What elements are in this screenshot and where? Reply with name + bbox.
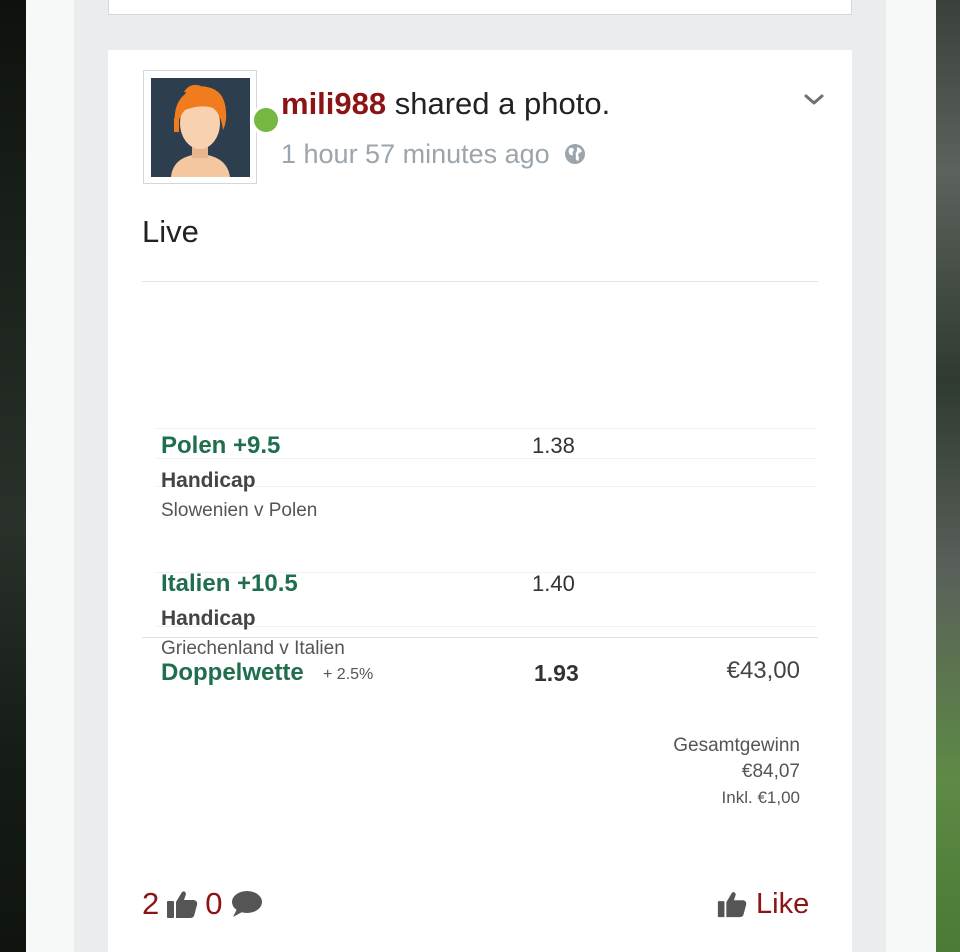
like-button-label: Like [756,887,810,920]
post-text: Live [142,214,199,249]
thumbs-up-icon [717,892,747,918]
online-status-dot [251,105,281,135]
combo-bet-name: Doppelwette [161,659,304,686]
odds-boost: + 2.5% [323,666,374,683]
post-photo[interactable]: Polen +9.5 1.38 Handicap Slowenien v Pol… [142,340,818,820]
comment-count[interactable]: 0 [205,886,222,922]
selection-odds: 1.40 [532,571,575,596]
post-divider [142,281,818,282]
like-button[interactable]: Like [716,886,809,922]
combo-odds: 1.93 [534,660,579,686]
background-stadium-right [936,0,960,952]
selection-odds: 1.38 [532,433,575,458]
selection-market: Handicap [161,607,256,630]
thumbs-up-icon [167,891,198,918]
post-time[interactable]: 1 hour 57 minutes ago [281,136,550,172]
post-timestamp: 1 hour 57 minutes ago [281,136,586,172]
like-count[interactable]: 2 [142,886,159,922]
selection-event: Slowenien v Polen [161,500,318,521]
selection-market: Handicap [161,469,256,492]
post-action-text: shared a photo. [386,86,611,121]
bet-slip-divider [142,637,818,638]
total-return-value: €84,07 [741,761,800,782]
post-card: mili988 shared a photo. 1 hour 57 minute… [108,50,852,952]
included-bonus: Inkl. €1,00 [721,788,800,807]
previous-post-card [108,0,852,15]
comment-bubble-icon [231,891,262,917]
stake-amount: €43,00 [726,657,800,684]
selection-name: Polen +9.5 [161,432,281,459]
avatar-image [151,78,250,177]
reaction-counts: 2 0 [142,886,269,922]
selection-name: Italien +10.5 [161,570,298,597]
globe-icon [564,144,585,164]
author-name-link[interactable]: mili988 [281,86,386,121]
total-return-label: Gesamtgewinn [673,735,800,756]
chevron-down-icon[interactable] [802,90,826,110]
post-header: mili988 shared a photo. [281,84,610,124]
avatar[interactable] [143,70,281,184]
background-stadium-left [0,0,26,952]
photo-artifact-line [156,428,816,429]
